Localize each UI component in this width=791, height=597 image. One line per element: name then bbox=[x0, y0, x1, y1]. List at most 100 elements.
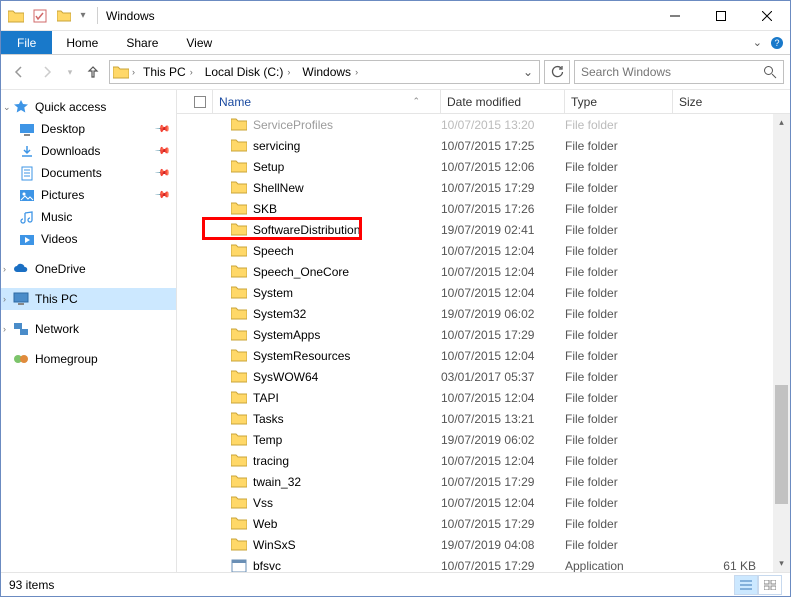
sidebar-item-documents[interactable]: Documents📌 bbox=[1, 162, 176, 184]
search-box[interactable] bbox=[574, 60, 784, 84]
file-row[interactable]: Web10/07/2015 17:29File folder bbox=[177, 513, 790, 534]
sidebar-homegroup[interactable]: Homegroup bbox=[1, 348, 176, 370]
sidebar-item-label: Music bbox=[41, 210, 72, 224]
minimize-button[interactable] bbox=[652, 1, 698, 31]
sidebar-item-label: Network bbox=[35, 322, 79, 336]
file-name: Vss bbox=[253, 496, 273, 510]
pin-icon: 📌 bbox=[153, 165, 170, 182]
scroll-up-button[interactable]: ▴ bbox=[773, 114, 790, 131]
scrollbar[interactable]: ▴ ▾ bbox=[773, 114, 790, 572]
file-name: SysWOW64 bbox=[253, 370, 318, 384]
file-row[interactable]: Speech_OneCore10/07/2015 12:04File folde… bbox=[177, 261, 790, 282]
file-name: Speech_OneCore bbox=[253, 265, 349, 279]
file-date: 10/07/2015 12:04 bbox=[441, 244, 565, 258]
file-name: servicing bbox=[253, 139, 300, 153]
ribbon-expand-icon[interactable]: ⌄ bbox=[753, 36, 762, 49]
icons-view-button[interactable] bbox=[758, 575, 782, 595]
file-date: 10/07/2015 12:04 bbox=[441, 496, 565, 510]
sidebar-onedrive[interactable]: › OneDrive bbox=[1, 258, 176, 280]
sidebar-item-videos[interactable]: Videos bbox=[1, 228, 176, 250]
nav-up-button[interactable] bbox=[81, 60, 105, 84]
column-type[interactable]: Type bbox=[565, 90, 673, 113]
file-date: 10/07/2015 13:21 bbox=[441, 412, 565, 426]
sidebar-quick-access[interactable]: ⌄ Quick access bbox=[1, 96, 176, 118]
file-type: File folder bbox=[565, 202, 673, 216]
crumb-windows[interactable]: Windows› bbox=[296, 65, 362, 79]
address-bar[interactable]: › This PC› Local Disk (C:)› Windows› ⌄ bbox=[109, 60, 540, 84]
file-type: File folder bbox=[565, 160, 673, 174]
file-row[interactable]: SKB10/07/2015 17:26File folder bbox=[177, 198, 790, 219]
column-name[interactable]: Name⌃ bbox=[213, 90, 441, 113]
nav-recent-button[interactable]: ▾ bbox=[63, 60, 77, 84]
file-name: Web bbox=[253, 517, 277, 531]
sidebar-item-music[interactable]: Music bbox=[1, 206, 176, 228]
crumb-localdisk[interactable]: Local Disk (C:)› bbox=[199, 65, 295, 79]
scroll-down-button[interactable]: ▾ bbox=[773, 555, 790, 572]
folder-icon bbox=[231, 517, 247, 530]
details-view-button[interactable] bbox=[734, 575, 758, 595]
share-tab[interactable]: Share bbox=[112, 31, 172, 54]
nav-forward-button[interactable] bbox=[35, 60, 59, 84]
crumb-thispc[interactable]: This PC› bbox=[137, 65, 197, 79]
file-row[interactable]: SoftwareDistribution19/07/2019 02:41File… bbox=[177, 219, 790, 240]
address-dropdown-icon[interactable]: ⌄ bbox=[519, 65, 537, 79]
folder-icon bbox=[231, 181, 247, 194]
sidebar-network[interactable]: › Network bbox=[1, 318, 176, 340]
file-row[interactable]: TAPI10/07/2015 12:04File folder bbox=[177, 387, 790, 408]
sidebar-this-pc[interactable]: › This PC bbox=[1, 288, 176, 310]
navbar: ▾ › This PC› Local Disk (C:)› Windows› ⌄ bbox=[1, 55, 790, 89]
file-date: 19/07/2019 04:08 bbox=[441, 538, 565, 552]
search-input[interactable] bbox=[581, 65, 763, 79]
sidebar: ⌄ Quick access Desktop📌Downloads📌Documen… bbox=[1, 90, 177, 572]
file-type: Application bbox=[565, 559, 673, 573]
file-row[interactable]: tracing10/07/2015 12:04File folder bbox=[177, 450, 790, 471]
scroll-thumb[interactable] bbox=[775, 385, 788, 504]
chevron-right-icon[interactable]: › bbox=[132, 67, 135, 77]
qat-dropdown-icon[interactable]: ▾ bbox=[77, 5, 89, 27]
sidebar-item-downloads[interactable]: Downloads📌 bbox=[1, 140, 176, 162]
file-name: ShellNew bbox=[253, 181, 304, 195]
chevron-right-icon[interactable]: › bbox=[3, 324, 6, 334]
file-row[interactable]: twain_3210/07/2015 17:29File folder bbox=[177, 471, 790, 492]
column-size[interactable]: Size bbox=[673, 90, 790, 113]
file-row[interactable]: Vss10/07/2015 12:04File folder bbox=[177, 492, 790, 513]
file-row[interactable]: Speech10/07/2015 12:04File folder bbox=[177, 240, 790, 261]
chevron-right-icon[interactable]: › bbox=[3, 294, 6, 304]
file-row[interactable]: servicing10/07/2015 17:25File folder bbox=[177, 135, 790, 156]
sidebar-item-label: Videos bbox=[41, 232, 77, 246]
select-all-checkbox[interactable] bbox=[187, 90, 213, 113]
search-icon[interactable] bbox=[763, 65, 777, 79]
file-row[interactable]: ServiceProfiles10/07/2015 13:20File fold… bbox=[177, 114, 790, 135]
chevron-down-icon[interactable]: ⌄ bbox=[3, 102, 11, 113]
file-tab[interactable]: File bbox=[1, 31, 52, 54]
file-row[interactable]: SystemApps10/07/2015 17:29File folder bbox=[177, 324, 790, 345]
file-row[interactable]: ShellNew10/07/2015 17:29File folder bbox=[177, 177, 790, 198]
home-tab[interactable]: Home bbox=[52, 31, 112, 54]
refresh-button[interactable] bbox=[544, 60, 570, 84]
file-row[interactable]: WinSxS19/07/2019 04:08File folder bbox=[177, 534, 790, 555]
file-type: File folder bbox=[565, 538, 673, 552]
homegroup-icon bbox=[13, 352, 29, 366]
file-row[interactable]: SystemResources10/07/2015 12:04File fold… bbox=[177, 345, 790, 366]
sidebar-item-desktop[interactable]: Desktop📌 bbox=[1, 118, 176, 140]
file-row[interactable]: Temp19/07/2019 06:02File folder bbox=[177, 429, 790, 450]
file-row[interactable]: bfsvc10/07/2015 17:29Application61 KB bbox=[177, 555, 790, 572]
file-row[interactable]: Setup10/07/2015 12:06File folder bbox=[177, 156, 790, 177]
view-tab[interactable]: View bbox=[172, 31, 226, 54]
file-date: 10/07/2015 17:26 bbox=[441, 202, 565, 216]
file-row[interactable]: System10/07/2015 12:04File folder bbox=[177, 282, 790, 303]
maximize-button[interactable] bbox=[698, 1, 744, 31]
sidebar-item-pictures[interactable]: Pictures📌 bbox=[1, 184, 176, 206]
folder-icon bbox=[231, 475, 247, 488]
file-row[interactable]: Tasks10/07/2015 13:21File folder bbox=[177, 408, 790, 429]
column-date[interactable]: Date modified bbox=[441, 90, 565, 113]
properties-icon[interactable] bbox=[29, 5, 51, 27]
file-row[interactable]: System3219/07/2019 06:02File folder bbox=[177, 303, 790, 324]
help-icon[interactable]: ? bbox=[770, 36, 784, 50]
chevron-right-icon[interactable]: › bbox=[3, 264, 6, 274]
close-button[interactable] bbox=[744, 1, 790, 31]
folder-small-icon[interactable] bbox=[53, 5, 75, 27]
nav-back-button[interactable] bbox=[7, 60, 31, 84]
pc-icon bbox=[13, 292, 29, 306]
file-row[interactable]: SysWOW6403/01/2017 05:37File folder bbox=[177, 366, 790, 387]
